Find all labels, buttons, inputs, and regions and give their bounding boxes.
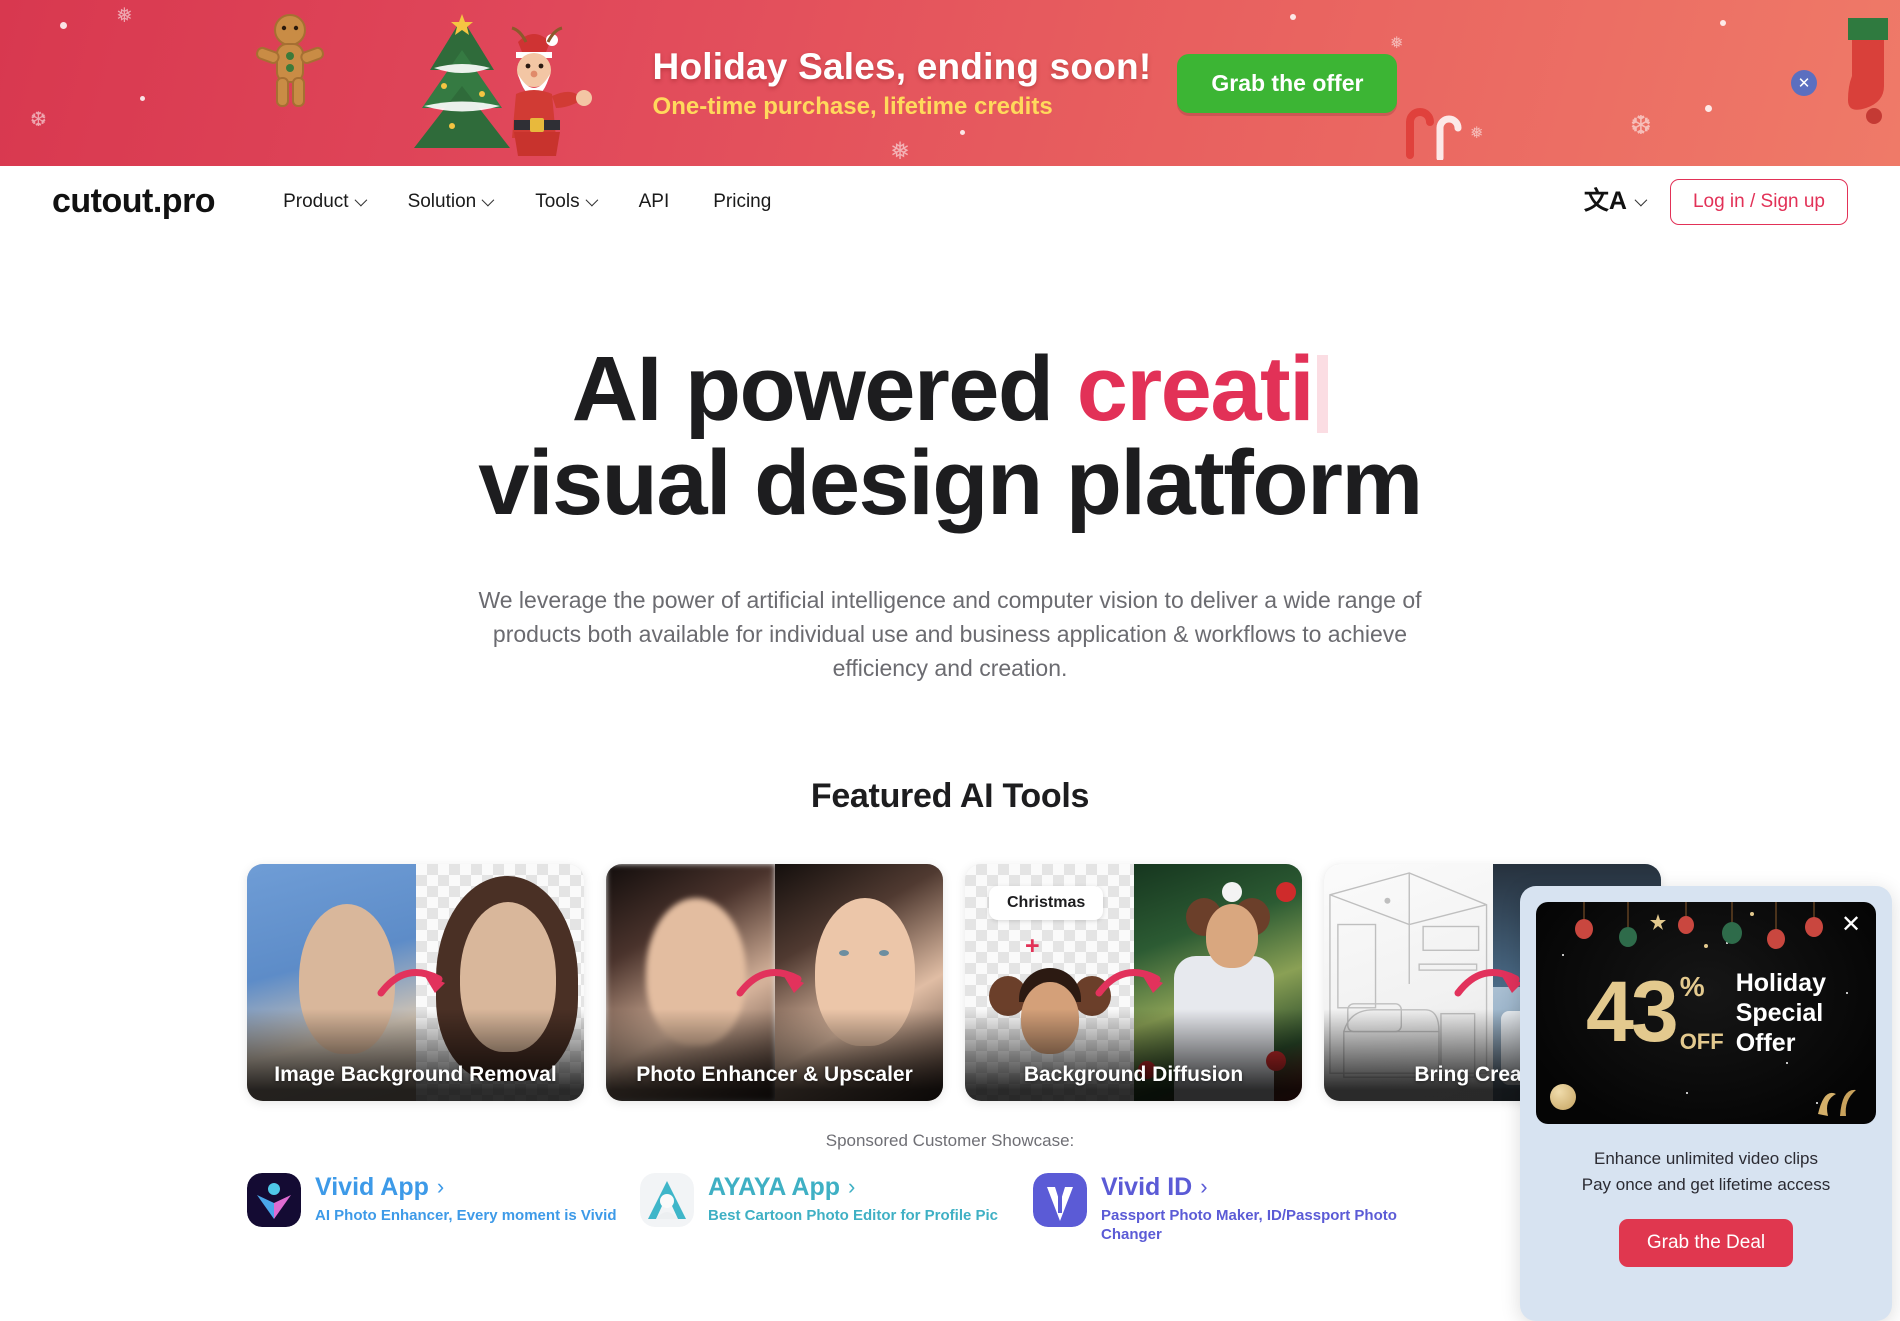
sponsor-description: Best Cartoon Photo Editor for Profile Pi… bbox=[708, 1206, 999, 1224]
nav-item-pricing[interactable]: Pricing bbox=[713, 191, 771, 213]
banner-close-icon[interactable]: ✕ bbox=[1791, 70, 1817, 96]
nav-item-api[interactable]: API bbox=[639, 191, 670, 213]
sponsor-item-vivid-app[interactable]: Vivid App › AI Photo Enhancer, Every mom… bbox=[247, 1172, 640, 1245]
headline-line-2: Special bbox=[1735, 999, 1824, 1027]
banner-content: Holiday Sales, ending soon! One-time pur… bbox=[0, 0, 1900, 166]
sponsor-description: Passport Photo Maker, ID/Passport Photo … bbox=[1101, 1206, 1397, 1243]
sponsor-text: Vivid ID › Passport Photo Maker, ID/Pass… bbox=[1101, 1173, 1426, 1245]
ayaya-app-icon bbox=[640, 1172, 694, 1227]
chevron-right-icon: › bbox=[436, 1174, 445, 1200]
sponsor-description: AI Photo Enhancer, Every moment is Vivid bbox=[315, 1206, 617, 1224]
popup-close-icon[interactable]: ✕ bbox=[1838, 912, 1864, 938]
grab-the-offer-button[interactable]: Grab the offer bbox=[1177, 53, 1398, 113]
hero-line1: AI powered creati bbox=[571, 338, 1329, 440]
percent-off-block: % OFF bbox=[1680, 973, 1724, 1053]
holiday-offer-popup: 43 % OFF Holiday Special Offer ✕ Enhance… bbox=[1520, 886, 1892, 1321]
grab-the-deal-button[interactable]: Grab the Deal bbox=[1618, 1219, 1794, 1267]
nav-item-label: API bbox=[638, 190, 670, 212]
typing-caret-icon bbox=[1317, 355, 1329, 433]
popup-text-line-2: Pay once and get lifetime access bbox=[1581, 1174, 1831, 1194]
percent-sign: % bbox=[1679, 971, 1705, 1002]
off-label: OFF bbox=[1679, 1029, 1724, 1054]
vivid-id-icon bbox=[1033, 1172, 1087, 1227]
hanging-ornaments-icon bbox=[1575, 902, 1823, 949]
nav-item-tools[interactable]: Tools bbox=[535, 190, 598, 213]
chevron-right-icon: › bbox=[848, 1174, 856, 1200]
sponsor-item-ayaya-app[interactable]: AYAYA App › Best Cartoon Photo Editor fo… bbox=[640, 1172, 1033, 1245]
popup-headline: Holiday Special Offer bbox=[1736, 968, 1826, 1058]
sponsor-name-label: Vivid App bbox=[315, 1172, 429, 1201]
popup-text-line-1: Enhance unlimited video clips bbox=[1594, 1149, 1818, 1168]
nav-item-label: Tools bbox=[535, 190, 580, 212]
main-navbar: cutout.pro Product Solution Tools API Pr… bbox=[0, 166, 1900, 238]
hero-line2: visual design platform bbox=[478, 431, 1423, 534]
tool-card-label: Image Background Removal bbox=[247, 1008, 584, 1101]
navbar-right: 文A Log in / Sign up bbox=[1583, 178, 1848, 225]
hero-line1-accent: creati bbox=[1076, 338, 1315, 440]
gold-ribbon-icon bbox=[1818, 1089, 1856, 1116]
tool-card-label: Background Diffusion bbox=[965, 1008, 1302, 1101]
nav-item-label: Pricing bbox=[713, 190, 772, 212]
tool-card-image-background-removal[interactable]: Image Background Removal bbox=[247, 863, 584, 1101]
tool-card-photo-enhancer-upscaler[interactable]: Photo Enhancer & Upscaler bbox=[606, 863, 943, 1101]
tool-card-background-diffusion[interactable]: Christmas + Background Diffusion bbox=[965, 863, 1302, 1101]
sponsor-text: Vivid App › AI Photo Enhancer, Every mom… bbox=[315, 1173, 616, 1226]
discount-number: 43 bbox=[1586, 964, 1679, 1061]
nav-item-product[interactable]: Product bbox=[283, 190, 367, 213]
site-logo[interactable]: cutout.pro bbox=[52, 182, 216, 221]
sponsor-name-label: AYAYA App bbox=[708, 1172, 841, 1201]
nav-links: Product Solution Tools API Pricing bbox=[283, 191, 771, 213]
popup-description: Enhance unlimited video clips Pay once a… bbox=[1536, 1146, 1876, 1197]
chevron-down-icon bbox=[1634, 193, 1648, 207]
sponsor-name-label: Vivid ID bbox=[1101, 1172, 1193, 1201]
sponsor-name[interactable]: AYAYA App › bbox=[708, 1173, 998, 1202]
gold-bauble-icon bbox=[1550, 1084, 1576, 1110]
candy-cane-icon bbox=[1406, 108, 1462, 160]
translate-icon: 文A bbox=[1583, 187, 1627, 215]
christmas-stocking-icon bbox=[1848, 18, 1888, 124]
christmas-chip: Christmas bbox=[989, 885, 1104, 920]
banner-title: Holiday Sales, ending soon! bbox=[652, 45, 1152, 87]
hero-subtitle: We leverage the power of artificial inte… bbox=[478, 586, 1422, 681]
login-signup-button[interactable]: Log in / Sign up bbox=[1669, 178, 1848, 225]
language-switcher[interactable]: 文A bbox=[1583, 187, 1648, 215]
popup-offer-block: 43 % OFF Holiday Special Offer bbox=[1536, 968, 1876, 1058]
nav-item-label: Product bbox=[283, 190, 349, 212]
hero-section: AI powered creati visual design platform… bbox=[0, 238, 1900, 685]
popup-artwork: 43 % OFF Holiday Special Offer ✕ bbox=[1536, 902, 1876, 1124]
headline-line-1: Holiday bbox=[1735, 969, 1826, 997]
featured-tools-title: Featured AI Tools bbox=[810, 776, 1090, 815]
tool-card-label: Photo Enhancer & Upscaler bbox=[606, 1008, 943, 1101]
headline-line-3: Offer bbox=[1735, 1029, 1796, 1057]
hero-line1-plain: AI powered bbox=[571, 338, 1077, 440]
chevron-right-icon: › bbox=[1200, 1174, 1208, 1200]
nav-item-solution[interactable]: Solution bbox=[407, 190, 495, 213]
holiday-promo-banner: ❅ ❆ ❅ ❆ ❅ ❅ Holiday Sales, ending soon! … bbox=[0, 0, 1900, 166]
chevron-down-icon bbox=[354, 193, 367, 207]
banner-copy: Holiday Sales, ending soon! One-time pur… bbox=[653, 46, 1152, 121]
vivid-app-icon bbox=[247, 1172, 301, 1227]
page-title: AI powered creati visual design platform bbox=[0, 342, 1900, 534]
sponsor-name[interactable]: Vivid App › bbox=[315, 1173, 616, 1202]
banner-subtitle: One-time purchase, lifetime credits bbox=[652, 92, 1053, 120]
chevron-down-icon bbox=[585, 193, 598, 207]
plus-icon: + bbox=[1025, 931, 1040, 960]
chevron-down-icon bbox=[481, 193, 495, 207]
sponsor-name[interactable]: Vivid ID › bbox=[1101, 1173, 1426, 1202]
nav-item-label: Solution bbox=[407, 190, 477, 212]
sponsor-item-vivid-id[interactable]: Vivid ID › Passport Photo Maker, ID/Pass… bbox=[1033, 1172, 1426, 1245]
sponsor-text: AYAYA App › Best Cartoon Photo Editor fo… bbox=[708, 1173, 998, 1226]
